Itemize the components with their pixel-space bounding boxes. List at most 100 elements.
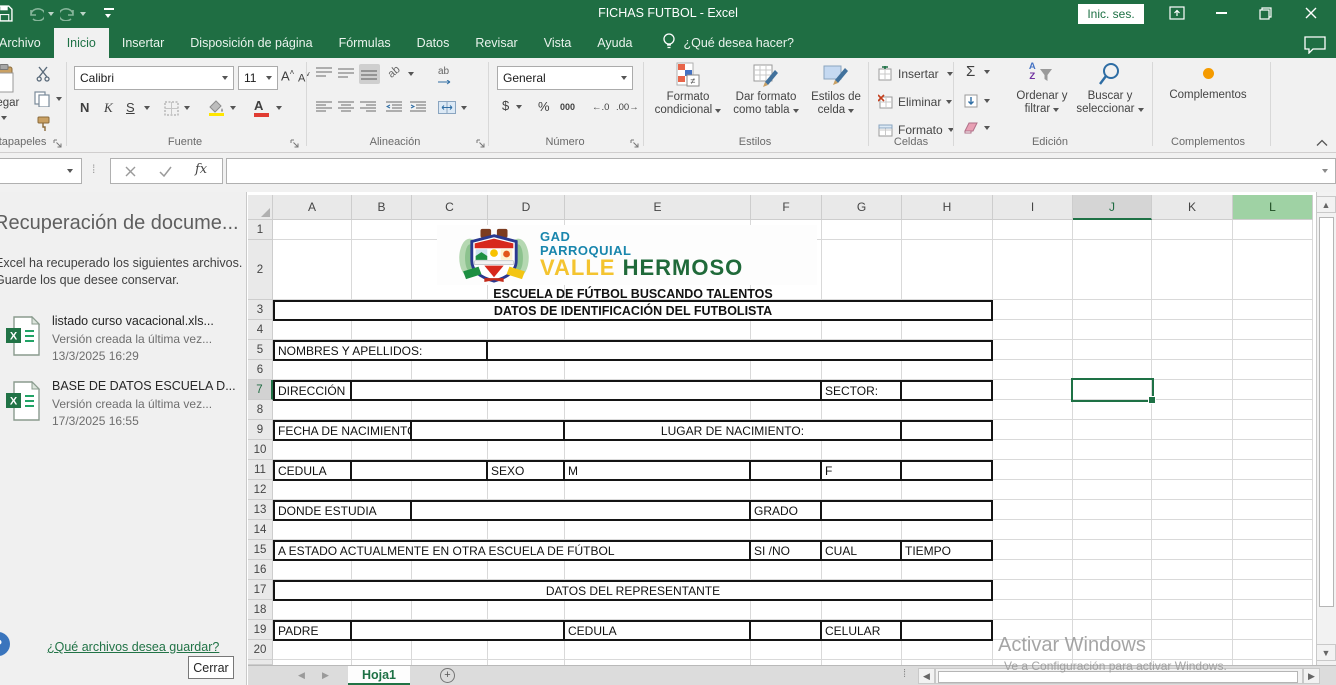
sheet-nav-left-icon[interactable]: ◀ [298, 670, 305, 681]
currency-caret-icon[interactable] [516, 105, 522, 109]
align-top-icon[interactable] [316, 67, 333, 80]
form-cell-cual[interactable]: CUAL [822, 540, 902, 561]
column-header-G[interactable]: G [822, 195, 902, 220]
vscroll-down-icon[interactable]: ▼ [1317, 644, 1336, 661]
font-color-icon[interactable]: A [254, 98, 269, 117]
percent-format-icon[interactable]: % [538, 99, 550, 114]
cancel-entry-icon[interactable] [125, 164, 136, 182]
cell-styles-button[interactable]: Estilos decelda [806, 62, 866, 117]
column-header-C[interactable]: C [412, 195, 488, 220]
column-header-D[interactable]: D [488, 195, 565, 220]
row-header-3[interactable]: 3 [248, 300, 273, 320]
form-cell-dirección[interactable]: DIRECCIÓN [273, 380, 352, 401]
increase-indent-icon[interactable] [410, 101, 427, 114]
logo-image[interactable]: GAD PARROQUIAL VALLE HERMOSO [437, 225, 817, 285]
comma-format-icon[interactable]: 000 [560, 102, 575, 112]
align-center-icon[interactable] [338, 101, 355, 114]
ribbon-tab-revisar[interactable]: Revisar [462, 28, 530, 58]
column-header-L[interactable]: L [1233, 195, 1313, 220]
form-cell-celular[interactable]: CELULAR [822, 620, 902, 641]
align-left-icon[interactable] [316, 101, 333, 114]
form-cell-empty[interactable] [352, 380, 822, 401]
row-header-10[interactable]: 10 [248, 440, 273, 460]
name-box-caret-icon[interactable] [67, 169, 73, 173]
row-header-1[interactable]: 1 [248, 220, 273, 240]
form-cell-empty[interactable] [751, 620, 822, 641]
clear-icon[interactable] [964, 122, 978, 137]
autosum-caret-icon[interactable] [984, 70, 990, 74]
number-dialog-launcher-icon[interactable] [630, 137, 640, 147]
autosum-icon[interactable]: Σ [966, 63, 975, 80]
decrease-indent-icon[interactable] [386, 101, 403, 114]
minimize-button[interactable] [1204, 0, 1238, 26]
ribbon-tab-archivo[interactable]: Archivo [0, 28, 54, 58]
font-dialog-launcher-icon[interactable] [290, 137, 300, 147]
name-box[interactable] [0, 158, 82, 184]
fill-icon[interactable] [964, 94, 978, 111]
fill-handle[interactable] [1148, 396, 1156, 404]
underline-caret-icon[interactable] [144, 106, 150, 110]
row-header-5[interactable]: 5 [248, 340, 273, 360]
tell-me-search[interactable]: ¿Qué desea hacer? [662, 28, 795, 58]
orientation-icon[interactable]: ab [386, 63, 403, 80]
form-cell-empty[interactable] [751, 460, 822, 481]
tab-split-handle[interactable]: ⁞ [903, 668, 906, 680]
ribbon-tab-inicio[interactable]: Inicio [54, 28, 109, 58]
sheet-nav-right-icon[interactable]: ▶ [322, 670, 329, 681]
form-cell-si-no[interactable]: SI /NO [751, 540, 822, 561]
select-all-corner[interactable] [248, 195, 273, 220]
close-panel-button[interactable]: Cerrar [188, 656, 234, 679]
hscroll-thumb[interactable] [938, 671, 1298, 683]
form-cell-donde-estudia[interactable]: DONDE ESTUDIA [273, 500, 412, 521]
form-cell-fecha-de-nacimiento[interactable]: FECHA DE NACIMIENTO [273, 420, 412, 441]
ribbon-tab-fórmulas[interactable]: Fórmulas [326, 28, 404, 58]
ribbon-tab-vista[interactable]: Vista [531, 28, 585, 58]
row-header-16[interactable]: 16 [248, 560, 273, 580]
merge-caret-icon[interactable] [461, 106, 467, 110]
form-cell-empty[interactable] [902, 420, 993, 441]
ribbon-tab-datos[interactable]: Datos [404, 28, 463, 58]
vertical-scrollbar[interactable]: ▲ ▼ [1316, 192, 1336, 665]
vscroll-up-icon[interactable]: ▲ [1317, 196, 1336, 213]
font-name-combo[interactable]: Calibri [74, 66, 234, 90]
form-cell-empty[interactable] [488, 340, 993, 361]
row-header-8[interactable]: 8 [248, 400, 273, 420]
find-select-button[interactable]: Buscar yseleccionar [1074, 62, 1146, 116]
row-header-12[interactable]: 12 [248, 480, 273, 500]
italic-button[interactable]: K [104, 100, 113, 116]
form-cell-datos-del-representante[interactable]: DATOS DEL REPRESENTANTE [273, 580, 993, 601]
align-right-icon[interactable] [360, 101, 377, 114]
row-header-18[interactable]: 18 [248, 600, 273, 620]
vscroll-thumb[interactable] [1319, 217, 1334, 607]
form-cell-nombres-y-apellidos[interactable]: NOMBRES Y APELLIDOS: [273, 340, 488, 361]
ribbon-tab-insertar[interactable]: Insertar [109, 28, 177, 58]
form-cell-padre[interactable]: PADRE [273, 620, 352, 641]
collapse-ribbon-icon[interactable] [1316, 136, 1328, 150]
alignment-dialog-launcher-icon[interactable] [476, 137, 486, 147]
ribbon-tab-ayuda[interactable]: Ayuda [584, 28, 645, 58]
form-cell-grado[interactable]: GRADO [751, 500, 822, 521]
column-header-E[interactable]: E [565, 195, 751, 220]
formula-input[interactable] [226, 158, 1336, 184]
ribbon-tab-disposición-de-página[interactable]: Disposición de página [177, 28, 325, 58]
wrap-text-icon[interactable]: ab [438, 66, 452, 88]
form-cell-empty[interactable] [412, 420, 565, 441]
form-cell-lugar-de-nacimiento[interactable]: LUGAR DE NACIMIENTO: [565, 420, 902, 441]
column-header-I[interactable]: I [993, 195, 1073, 220]
form-cell-cedula[interactable]: CEDULA [273, 460, 352, 481]
insert-cells-button[interactable]: Insertar [878, 66, 953, 81]
row-header-14[interactable]: 14 [248, 520, 273, 540]
paste-button[interactable]: Pegar [0, 62, 30, 130]
fill-caret-icon[interactable] [984, 99, 990, 103]
align-middle-icon[interactable] [338, 67, 355, 80]
cut-icon[interactable] [36, 66, 51, 85]
hscroll-right-icon[interactable]: ▶ [1303, 668, 1320, 684]
selected-cell-J7[interactable] [1071, 378, 1154, 402]
form-cell-cedula[interactable]: CEDULA [565, 620, 751, 641]
column-header-J[interactable]: J [1073, 195, 1152, 220]
comment-icon[interactable] [1303, 36, 1327, 59]
form-cell-m[interactable]: M [565, 460, 751, 481]
row-header-15[interactable]: 15 [248, 540, 273, 560]
recovered-file-item[interactable]: X BASE DE DATOS ESCUELA D... Versión cre… [0, 379, 246, 441]
form-cell-empty[interactable] [822, 500, 993, 521]
